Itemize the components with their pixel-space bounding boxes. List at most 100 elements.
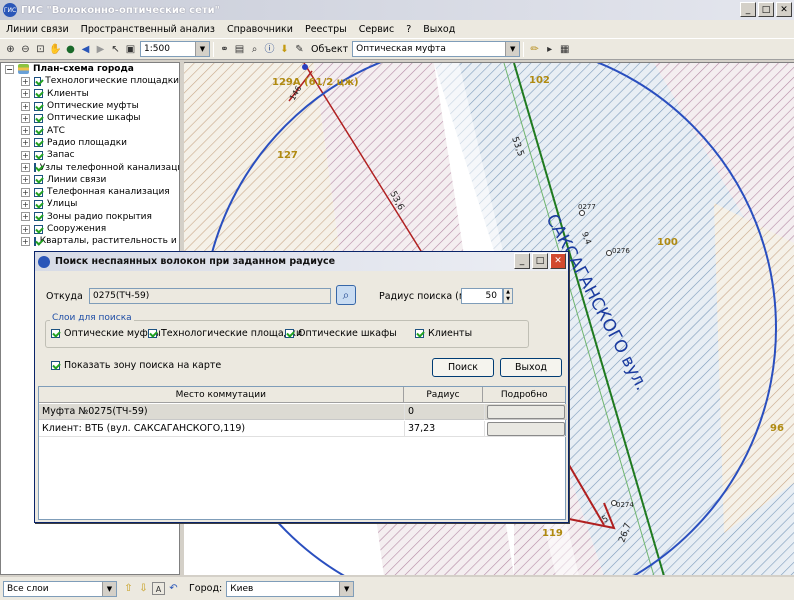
dialog-close-button[interactable]: ✕ xyxy=(550,253,566,269)
tree-item[interactable]: + Телефонная канализация xyxy=(1,186,179,198)
expand-icon[interactable]: + xyxy=(21,76,30,86)
exit-button[interactable]: Выход xyxy=(500,358,562,377)
search-button[interactable]: Поиск xyxy=(432,358,494,377)
layer-checkbox[interactable] xyxy=(34,113,43,123)
select-rect-icon[interactable]: ▣ xyxy=(124,43,137,56)
expand-icon[interactable]: + xyxy=(21,126,30,136)
print-icon[interactable]: ▤ xyxy=(233,43,246,56)
expand-icon[interactable]: + xyxy=(21,175,30,185)
expand-icon[interactable]: + xyxy=(21,212,30,222)
column-header-place[interactable]: Место коммутации xyxy=(39,387,404,403)
zoom-in-icon[interactable]: ⊕ xyxy=(4,43,17,56)
maximize-button[interactable]: □ xyxy=(758,2,774,17)
marker-icon[interactable]: ⬇ xyxy=(278,43,291,56)
info-icon[interactable]: ⓘ xyxy=(263,43,276,56)
expand-icon[interactable]: + xyxy=(21,163,30,173)
minimize-button[interactable]: _ xyxy=(740,2,756,17)
dialog-maximize-button[interactable]: □ xyxy=(532,253,548,269)
back-arrow-icon[interactable]: ◀ xyxy=(79,43,92,56)
zoom-out-icon[interactable]: ⊖ xyxy=(19,43,32,56)
layer-checkbox[interactable] xyxy=(34,187,43,197)
expand-icon[interactable]: + xyxy=(21,113,30,123)
layer-checkbox[interactable] xyxy=(34,138,43,148)
pointer-icon[interactable]: ↖ xyxy=(109,43,122,56)
expand-icon[interactable]: + xyxy=(21,236,30,246)
layer-checkbox-cabinets[interactable]: Оптические шкафы xyxy=(285,328,397,339)
layer-checkbox[interactable] xyxy=(34,101,43,111)
dialog-minimize-button[interactable]: _ xyxy=(514,253,530,269)
checkbox[interactable] xyxy=(51,329,60,338)
checkbox[interactable] xyxy=(51,361,60,370)
show-zone-checkbox[interactable]: Показать зону поиска на карте xyxy=(51,360,221,371)
layer-checkbox[interactable] xyxy=(34,126,43,136)
menu-lines[interactable]: Линии связи xyxy=(0,24,75,35)
binoculars-icon[interactable]: ⚭ xyxy=(218,43,231,56)
search-icon[interactable]: ⌕ xyxy=(248,43,261,56)
collapse-icon[interactable]: − xyxy=(5,64,14,74)
tree-item[interactable]: + Радио площадки xyxy=(1,137,179,149)
layer-checkbox[interactable] xyxy=(34,89,43,99)
object-select[interactable]: Оптическая муфта ▼ xyxy=(352,41,521,57)
globe-icon[interactable]: ● xyxy=(64,43,77,56)
close-button[interactable]: ✕ xyxy=(776,2,792,17)
layer-checkbox-clients[interactable]: Клиенты xyxy=(415,328,472,339)
sort-up-icon[interactable]: ⇧ xyxy=(122,582,135,595)
edit-icon[interactable]: ✎ xyxy=(293,43,306,56)
calculator-icon[interactable]: ▦ xyxy=(558,43,571,56)
menu-exit[interactable]: Выход xyxy=(417,24,461,35)
tree-item[interactable]: + Улицы xyxy=(1,198,179,210)
details-button[interactable] xyxy=(487,422,565,436)
tree-item[interactable]: + Кварталы, растительность и во xyxy=(1,235,179,247)
layer-checkbox[interactable] xyxy=(33,76,42,86)
expand-icon[interactable]: + xyxy=(21,224,30,234)
tree-item[interactable]: + Узлы телефонной канализации xyxy=(1,161,179,173)
layer-checkbox[interactable] xyxy=(34,175,43,185)
tree-item[interactable]: + Технологические площадки xyxy=(1,75,179,87)
expand-icon[interactable]: + xyxy=(21,150,30,160)
layer-checkbox[interactable] xyxy=(33,163,36,173)
tree-item[interactable]: + Линии связи xyxy=(1,174,179,186)
tree-item[interactable]: + Оптические муфты xyxy=(1,100,179,112)
layer-checkbox-muffs[interactable]: Оптические муфты xyxy=(51,328,161,339)
column-header-radius[interactable]: Радиус xyxy=(404,387,484,403)
text-a-icon[interactable]: A xyxy=(152,582,165,595)
scale-select[interactable]: 1:500 ▼ xyxy=(140,41,210,57)
checkbox[interactable] xyxy=(285,329,294,338)
layer-checkbox[interactable] xyxy=(34,150,43,160)
dialog-title-bar[interactable]: Поиск неспаянных волокон при заданном ра… xyxy=(35,252,568,271)
tree-item[interactable]: + Сооружения xyxy=(1,223,179,235)
tree-root[interactable]: − План-схема города xyxy=(1,63,179,75)
column-header-details[interactable]: Подробно xyxy=(483,387,565,403)
menu-registries[interactable]: Реестры xyxy=(299,24,353,35)
expand-icon[interactable]: + xyxy=(21,187,30,197)
radius-spinner[interactable]: ▲ ▼ xyxy=(503,288,513,304)
table-row[interactable]: Муфта №0275(ТЧ-59) 0 xyxy=(39,404,567,420)
layers-filter-select[interactable]: Все слои ▼ xyxy=(3,580,117,597)
tree-item[interactable]: + Зоны радио покрытия xyxy=(1,211,179,223)
checkbox[interactable] xyxy=(148,329,157,338)
expand-icon[interactable]: + xyxy=(21,101,30,111)
forward-arrow-icon[interactable]: ▶ xyxy=(94,43,107,56)
city-select[interactable]: Киев ▼ xyxy=(226,580,355,597)
layer-checkbox[interactable] xyxy=(34,224,43,234)
pan-hand-icon[interactable]: ✋ xyxy=(49,43,62,56)
tree-item[interactable]: + АТС xyxy=(1,124,179,136)
from-field[interactable]: 0275(ТЧ-59) xyxy=(89,288,331,304)
zoom-window-icon[interactable]: ⊡ xyxy=(34,43,47,56)
layer-checkbox[interactable] xyxy=(33,236,36,246)
menu-spatial-analysis[interactable]: Пространственный анализ xyxy=(75,24,221,35)
tree-item[interactable]: + Оптические шкафы xyxy=(1,112,179,124)
layer-checkbox[interactable] xyxy=(34,212,43,222)
pencil-icon[interactable]: ✏ xyxy=(528,43,541,56)
details-button[interactable] xyxy=(487,405,565,419)
table-row[interactable]: Клиент: ВТБ (вул. САКСАГАНСКОГО,119) 37,… xyxy=(39,421,567,437)
layer-checkbox[interactable] xyxy=(34,199,43,209)
search-from-button[interactable]: ⌕ xyxy=(336,285,356,305)
menu-service[interactable]: Сервис xyxy=(353,24,401,35)
tree-item[interactable]: + Клиенты xyxy=(1,88,179,100)
expand-icon[interactable]: + xyxy=(21,199,30,209)
checkbox[interactable] xyxy=(415,329,424,338)
expand-icon[interactable]: + xyxy=(21,138,30,148)
expand-icon[interactable]: + xyxy=(21,89,30,99)
undo-icon[interactable]: ↶ xyxy=(167,582,180,595)
